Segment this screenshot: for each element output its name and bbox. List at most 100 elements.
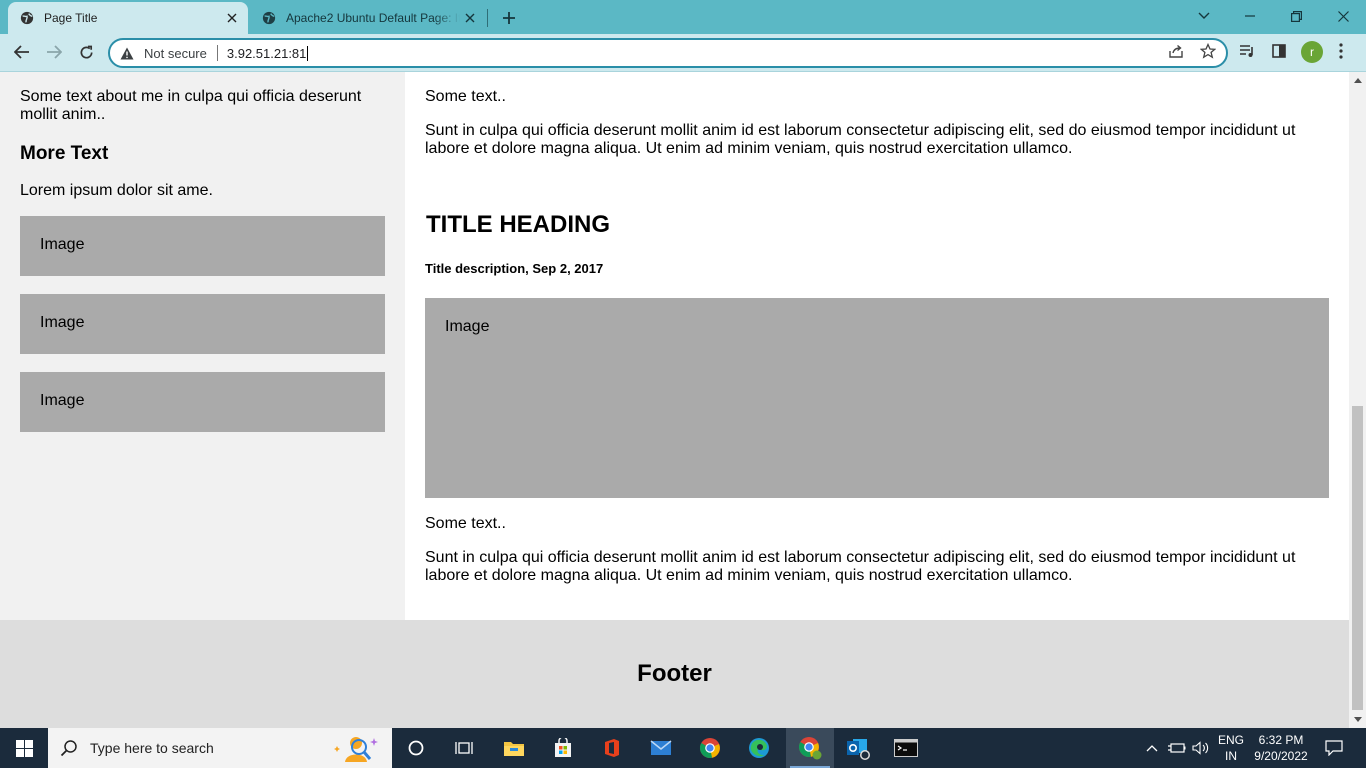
chrome-button[interactable] (686, 728, 734, 768)
microsoft-store-button[interactable] (539, 728, 587, 768)
profile-avatar[interactable]: r (1301, 41, 1323, 63)
image-label: Image (40, 392, 85, 409)
speaker-icon (1192, 741, 1209, 755)
image-label: Image (40, 314, 85, 331)
chrome-icon (699, 738, 720, 759)
terminal-icon (894, 739, 918, 757)
notification-center-button[interactable] (1318, 728, 1350, 768)
show-hidden-icons-button[interactable] (1143, 728, 1161, 768)
task-view-button[interactable] (440, 728, 488, 768)
some-text: Some text.. (425, 88, 506, 105)
scroll-up-arrow[interactable] (1349, 73, 1366, 87)
main-column: Some text.. Sunt in culpa qui officia de… (405, 72, 1349, 620)
close-tab-icon[interactable] (460, 8, 480, 28)
office-icon (605, 739, 619, 757)
outlook-button[interactable] (834, 728, 882, 768)
tab-search-button[interactable] (1181, 0, 1227, 32)
minimize-button[interactable] (1227, 0, 1273, 32)
url-text[interactable]: 3.92.51.21:81 (227, 46, 307, 61)
forward-button[interactable] (40, 38, 68, 66)
tab-title: Page Title (44, 11, 98, 25)
arrow-left-icon (14, 45, 29, 59)
more-text-heading: More Text (20, 143, 109, 164)
region-label: IN (1224, 749, 1237, 763)
file-explorer-button[interactable] (490, 728, 538, 768)
triangle-up-icon (1353, 77, 1362, 83)
bookmark-button[interactable] (1196, 39, 1220, 63)
text-caret (307, 45, 309, 61)
microsoft-store-icon (555, 738, 571, 757)
chrome-profile-icon (798, 737, 822, 760)
battery-button[interactable] (1166, 728, 1188, 768)
security-label[interactable]: Not secure (144, 46, 207, 61)
new-tab-button[interactable] (498, 7, 520, 29)
volume-button[interactable] (1190, 728, 1212, 768)
tab-title: Apache2 Ubuntu Default Page: It works (286, 11, 460, 25)
triangle-down-icon (1353, 716, 1362, 722)
post-heading: TITLE HEADING (426, 211, 610, 238)
language-label: ENG (1217, 733, 1244, 747)
sidebar-column: Some text about me in culpa qui officia … (0, 72, 405, 620)
warning-icon[interactable] (120, 45, 136, 61)
clock-button[interactable]: 6:32 PM 9/20/2022 (1250, 728, 1312, 768)
tab-apache-default[interactable]: Apache2 Ubuntu Default Page: It works (250, 2, 486, 34)
terminal-button[interactable] (882, 728, 930, 768)
globe-icon (262, 11, 276, 25)
task-view-icon (455, 742, 473, 754)
sidebar-image-placeholder: Image (20, 294, 385, 354)
body-paragraph: Sunt in culpa qui officia deserunt molli… (425, 122, 1296, 157)
address-divider (216, 45, 218, 61)
close-icon (1337, 10, 1349, 22)
some-text: Some text.. (425, 515, 506, 532)
clock-date: 9/20/2022 (1254, 749, 1308, 763)
edge-button[interactable] (735, 728, 783, 768)
tab-divider (487, 9, 488, 27)
restore-button[interactable] (1273, 0, 1319, 32)
scroll-down-arrow[interactable] (1349, 712, 1366, 726)
start-button[interactable] (0, 728, 48, 768)
taskbar-search-box[interactable]: Type here to search (48, 728, 392, 768)
notification-icon (1325, 740, 1343, 756)
office-button[interactable] (588, 728, 636, 768)
address-bar[interactable]: Not secure 3.92.51.21:81 (108, 38, 1228, 68)
menu-button[interactable] (1329, 39, 1353, 63)
footer-title: Footer (637, 660, 712, 687)
share-button[interactable] (1164, 39, 1188, 63)
plus-icon (503, 12, 515, 24)
star-icon (1200, 43, 1216, 59)
browser-toolbar: Not secure 3.92.51.21:81 (0, 34, 1366, 72)
scrollbar-thumb[interactable] (1352, 406, 1363, 710)
image-label: Image (40, 236, 85, 253)
tab-page-title[interactable]: Page Title (8, 2, 248, 34)
kebab-menu-icon (1339, 43, 1343, 59)
post-description: Title description, Sep 2, 2017 (425, 261, 604, 276)
windows-logo-icon (15, 739, 33, 757)
sidebar-image-placeholder: Image (20, 372, 385, 432)
close-window-button[interactable] (1320, 0, 1366, 32)
body-paragraph: Sunt in culpa qui officia deserunt molli… (425, 549, 1296, 584)
search-placeholder: Type here to search (90, 740, 214, 756)
share-icon (1169, 44, 1183, 58)
page-viewport: Some text about me in culpa qui officia … (0, 72, 1349, 728)
globe-icon (20, 11, 34, 25)
search-icon (60, 738, 80, 758)
page-footer: Footer (0, 620, 1349, 728)
mail-button[interactable] (637, 728, 685, 768)
chrome-profile-button[interactable] (786, 728, 834, 768)
cortana-button[interactable] (392, 728, 440, 768)
tab-strip: Page Title Apache2 Ubuntu Default Page: … (0, 0, 1366, 34)
chevron-down-icon (1198, 12, 1210, 19)
windows-taskbar: Type here to search ENG IN 6:32 PM 9/20/… (0, 728, 1366, 768)
close-tab-icon[interactable] (222, 8, 242, 28)
side-panel-button[interactable] (1267, 39, 1291, 63)
outlook-icon (847, 739, 870, 760)
lorem-text: Lorem ipsum dolor sit ame. (20, 182, 213, 199)
post-image-placeholder: Image (425, 298, 1329, 498)
battery-icon (1168, 743, 1186, 753)
media-control-button[interactable] (1235, 39, 1259, 63)
input-language-button[interactable]: ENG IN (1214, 728, 1248, 768)
restore-icon (1290, 10, 1302, 22)
mail-icon (650, 740, 672, 755)
reload-button[interactable] (72, 38, 100, 66)
back-button[interactable] (8, 38, 36, 66)
